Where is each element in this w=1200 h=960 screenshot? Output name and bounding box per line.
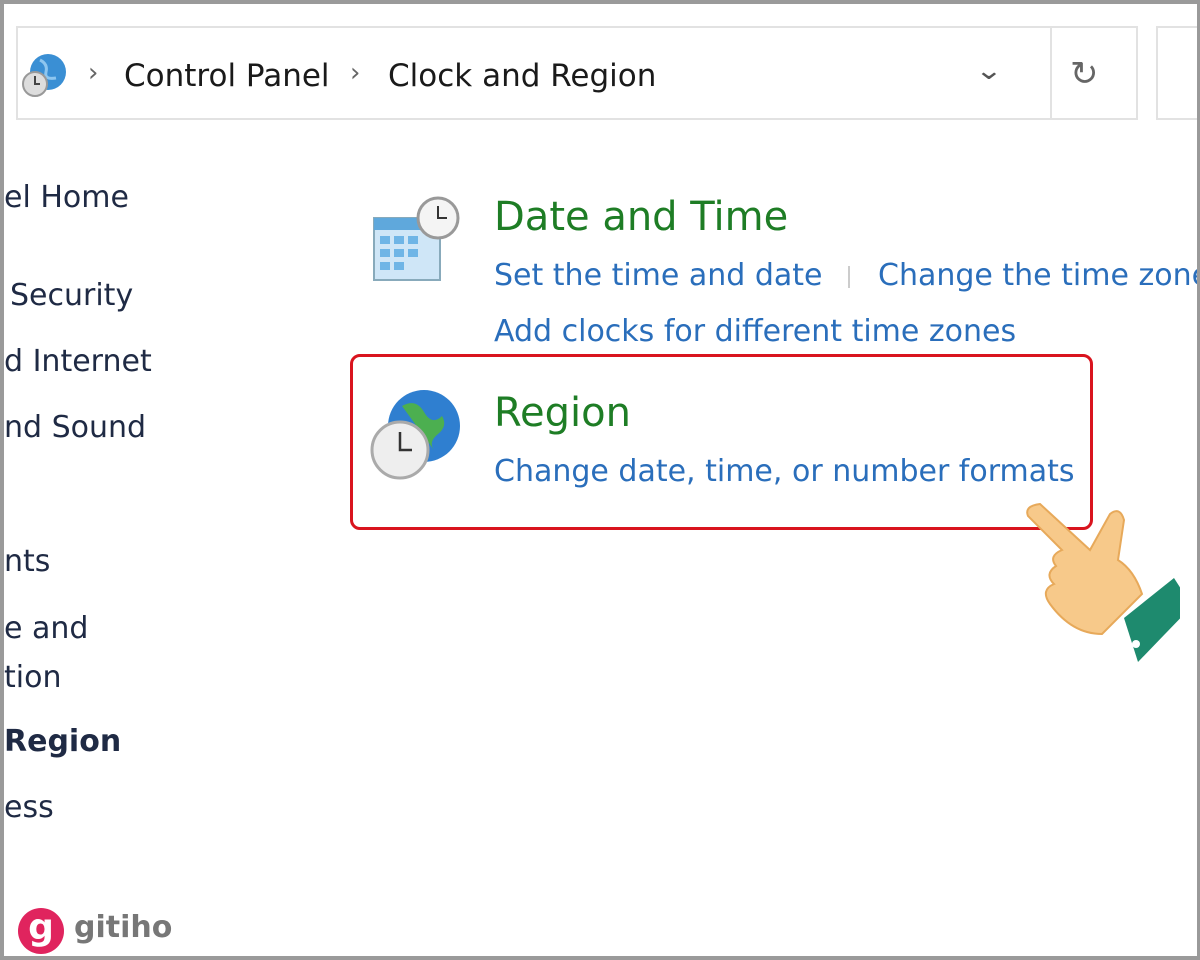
search-box[interactable]	[1156, 26, 1197, 120]
breadcrumb-separator: ›	[88, 58, 99, 88]
control-panel-globe-icon	[22, 54, 66, 97]
sidebar-item-hardware-and-sound[interactable]: nd Sound	[4, 410, 146, 445]
date-and-time-icon	[373, 196, 460, 281]
set-time-and-date-link[interactable]: Set the time and date	[494, 258, 823, 293]
history-dropdown-chevron-down-icon[interactable]: ⌄	[975, 56, 1003, 86]
divider	[1050, 28, 1052, 118]
change-formats-link[interactable]: Change date, time, or number formats	[494, 454, 1075, 489]
change-time-zone-link[interactable]: Change the time zone	[878, 258, 1197, 293]
breadcrumb-clock-and-region[interactable]: Clock and Region	[388, 58, 656, 94]
watermark-text: gitiho	[74, 910, 173, 945]
sidebar-item-system-and-security[interactable]: Security	[10, 278, 133, 313]
sidebar-item-network-and-internet[interactable]: d Internet	[4, 344, 152, 379]
sidebar-item-user-accounts[interactable]: nts	[4, 544, 50, 579]
sidebar-item-ease-of-access[interactable]: ess	[4, 790, 54, 825]
add-clocks-link[interactable]: Add clocks for different time zones	[494, 314, 1016, 349]
sidebar-item-clock-and-region[interactable]: Region	[4, 724, 121, 759]
window: › Control Panel › Clock and Region ⌄ ↻ e…	[0, 0, 1200, 960]
date-and-time-heading[interactable]: Date and Time	[494, 194, 788, 240]
sidebar-item-control-panel-home[interactable]: el Home	[4, 180, 129, 215]
region-heading[interactable]: Region	[494, 390, 631, 436]
link-divider	[848, 266, 850, 288]
region-globe-clock-icon	[370, 390, 460, 480]
address-bar[interactable]: › Control Panel › Clock and Region ⌄ ↻	[16, 26, 1138, 120]
gitiho-logo-icon: g	[18, 908, 64, 954]
sidebar-item-appearance[interactable]: e and	[4, 611, 88, 646]
sidebar-item-appearance-line2[interactable]: tion	[4, 660, 61, 695]
refresh-icon[interactable]: ↻	[1070, 54, 1099, 94]
breadcrumb-separator: ›	[350, 58, 361, 88]
pointing-hand-icon	[1026, 502, 1180, 662]
breadcrumb-control-panel[interactable]: Control Panel	[124, 58, 330, 94]
